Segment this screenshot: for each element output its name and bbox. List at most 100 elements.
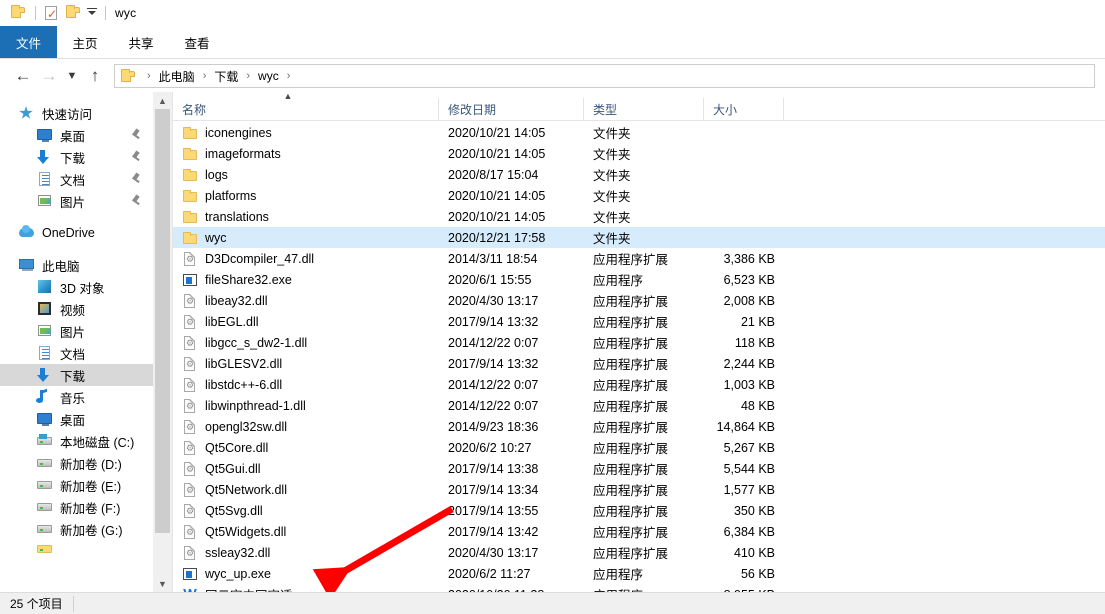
table-row[interactable]: libeay32.dll 2020/4/30 13:17 应用程序扩展 2,008 K…: [173, 290, 1105, 311]
sidebar-item-音乐[interactable]: 音乐: [0, 386, 153, 408]
cell-name: platforms: [173, 188, 439, 204]
table-row[interactable]: logs 2020/8/17 15:04 文件夹: [173, 164, 1105, 185]
sidebar-item-桌面[interactable]: 桌面: [0, 124, 153, 146]
forward-arrow-icon[interactable]: →: [36, 61, 62, 91]
sidebar-scroll-thumb[interactable]: [155, 109, 170, 533]
address-bar[interactable]: › 此电脑 › 下载 › wyc ›: [114, 64, 1095, 88]
cell-name: fileShare32.exe: [173, 272, 439, 288]
table-row[interactable]: D3Dcompiler_47.dll 2014/3/11 18:54 应用程序扩展 3…: [173, 248, 1105, 269]
videos-icon: [36, 301, 54, 317]
table-row[interactable]: Qt5Network.dll 2017/9/14 13:34 应用程序扩展 1,577…: [173, 479, 1105, 500]
pin-icon[interactable]: [131, 129, 141, 140]
pin-icon[interactable]: [131, 195, 141, 206]
sidebar-item-新加卷 (D:)[interactable]: 新加卷 (D:): [0, 452, 153, 474]
quick-access-folder-icon[interactable]: [8, 3, 28, 23]
cell-name: libgcc_s_dw2-1.dll: [173, 335, 439, 351]
address-folder-icon: [120, 68, 137, 84]
explorer-window: ✓ wyc 文件 主页 共享 查看 ← → ▼ ↑ › 此电脑 › 下载 › w…: [0, 0, 1105, 614]
sidebar-item-桌面[interactable]: 桌面: [0, 408, 153, 430]
sidebar-item-3D 对象[interactable]: 3D 对象: [0, 276, 153, 298]
sidebar-item-新加卷 (E:)[interactable]: 新加卷 (E:): [0, 474, 153, 496]
back-arrow-icon[interactable]: ←: [10, 61, 36, 91]
breadcrumb-downloads[interactable]: 下载: [213, 68, 239, 85]
sidebar-item-下载[interactable]: 下载: [0, 146, 153, 168]
table-row[interactable]: libEGL.dll 2017/9/14 13:32 应用程序扩展 21 KB: [173, 311, 1105, 332]
column-header-name[interactable]: ▲ 名称: [173, 91, 439, 121]
cell-name: opengl32sw.dll: [173, 419, 439, 435]
table-row[interactable]: libgcc_s_dw2-1.dll 2014/12/22 0:07 应用程序扩展 1…: [173, 332, 1105, 353]
cell-date: 2020/4/30 13:17: [448, 545, 539, 560]
cell-date: 2020/8/17 15:04: [448, 167, 539, 182]
properties-icon[interactable]: ✓: [41, 3, 61, 23]
cell-date: 2020/10/21 14:05: [448, 209, 546, 224]
sidebar-group-label: OneDrive: [42, 226, 95, 240]
pin-icon[interactable]: [131, 151, 141, 162]
column-header-date[interactable]: 修改日期: [439, 97, 584, 121]
column-header-size[interactable]: 大小: [704, 97, 784, 121]
breadcrumb-this-pc[interactable]: 此电脑: [158, 68, 196, 85]
table-row[interactable]: ssleay32.dll 2020/4/30 13:17 应用程序扩展 410 KB: [173, 542, 1105, 563]
sidebar-item-视频[interactable]: 视频: [0, 298, 153, 320]
table-row[interactable]: libwinpthread-1.dll 2014/12/22 0:07 应用程序扩展…: [173, 395, 1105, 416]
table-row[interactable]: platforms 2020/10/21 14:05 文件夹: [173, 185, 1105, 206]
table-row[interactable]: wyc_up.exe 2020/6/2 11:27 应用程序 56 KB: [173, 563, 1105, 584]
sidebar-item-新加卷 (G:)[interactable]: 新加卷 (G:): [0, 518, 153, 540]
chevron-down-icon[interactable]: ▼: [62, 61, 82, 91]
sidebar-item-图片[interactable]: 图片: [0, 190, 153, 212]
sidebar-item-partial[interactable]: [0, 540, 153, 562]
sidebar-item-文档[interactable]: 文档: [0, 168, 153, 190]
sidebar-scrollbar[interactable]: ▲ ▼: [153, 92, 172, 592]
table-row[interactable]: Qt5Gui.dll 2017/9/14 13:38 应用程序扩展 5,544 KB: [173, 458, 1105, 479]
table-row[interactable]: wyc 2020/12/21 17:58 文件夹: [173, 227, 1105, 248]
sidebar-item-下载[interactable]: 下载: [0, 364, 153, 386]
sidebar-item-label: 音乐: [60, 391, 86, 406]
cell-type: 文件夹: [593, 127, 631, 141]
scroll-down-icon[interactable]: ▼: [153, 575, 172, 592]
item-count-label: 25 个项目: [10, 597, 63, 611]
table-row[interactable]: imageformats 2020/10/21 14:05 文件夹: [173, 143, 1105, 164]
table-row[interactable]: fileShare32.exe 2020/6/1 15:55 应用程序 6,523 K…: [173, 269, 1105, 290]
tab-share[interactable]: 共享: [113, 26, 169, 58]
cell-date: 2014/12/22 0:07: [448, 335, 539, 350]
sidebar-group-此电脑[interactable]: 此电脑: [0, 254, 153, 276]
sidebar-item-新加卷 (F:)[interactable]: 新加卷 (F:): [0, 496, 153, 518]
cell-date: 2020/12/21 17:58: [448, 230, 546, 245]
cell-size: 56 KB: [740, 566, 775, 581]
dll-file-icon: [182, 419, 198, 435]
cell-type: 应用程序扩展: [593, 442, 669, 456]
navigation-bar: ← → ▼ ↑ › 此电脑 › 下载 › wyc ›: [0, 60, 1105, 92]
cell-date: 2017/9/14 13:32: [448, 314, 539, 329]
cell-type: 应用程序扩展: [593, 505, 669, 519]
table-row[interactable]: iconengines 2020/10/21 14:05 文件夹: [173, 122, 1105, 143]
file-name-label: logs: [205, 167, 228, 182]
title-separator-1: [35, 6, 36, 20]
file-name-label: platforms: [205, 188, 257, 203]
tab-file[interactable]: 文件: [0, 26, 57, 58]
sidebar-group-OneDrive[interactable]: OneDrive: [0, 222, 153, 244]
tab-home[interactable]: 主页: [57, 26, 113, 58]
tab-view[interactable]: 查看: [169, 26, 225, 58]
sidebar-group-快速访问[interactable]: 快速访问: [0, 102, 153, 124]
table-row[interactable]: opengl32sw.dll 2014/9/23 18:36 应用程序扩展 14,86…: [173, 416, 1105, 437]
sidebar-item-本地磁盘 (C:)[interactable]: 本地磁盘 (C:): [0, 430, 153, 452]
folder-icon: [182, 188, 198, 204]
breadcrumb-wyc[interactable]: wyc: [257, 69, 280, 83]
sidebar-item-label: 桌面: [60, 413, 86, 428]
table-row[interactable]: Qt5Core.dll 2020/6/2 10:27 应用程序扩展 5,267 KB: [173, 437, 1105, 458]
new-folder-icon[interactable]: [63, 3, 83, 23]
table-row[interactable]: Qt5Svg.dll 2017/9/14 13:55 应用程序扩展 350 KB: [173, 500, 1105, 521]
column-header-type[interactable]: 类型: [584, 97, 704, 121]
table-row[interactable]: libstdc++-6.dll 2014/12/22 0:07 应用程序扩展 1,00…: [173, 374, 1105, 395]
scroll-up-icon[interactable]: ▲: [153, 92, 172, 109]
table-row[interactable]: libGLESV2.dll 2017/9/14 13:32 应用程序扩展 2,244 …: [173, 353, 1105, 374]
sidebar-item-文档[interactable]: 文档: [0, 342, 153, 364]
dll-file-icon: [182, 335, 198, 351]
chevron-down-icon[interactable]: [85, 3, 99, 23]
table-row[interactable]: translations 2020/10/21 14:05 文件夹: [173, 206, 1105, 227]
sidebar-item-图片[interactable]: 图片: [0, 320, 153, 342]
dll-file-icon: [182, 440, 198, 456]
table-row[interactable]: Qt5Widgets.dll 2017/9/14 13:42 应用程序扩展 6,384…: [173, 521, 1105, 542]
up-arrow-icon[interactable]: ↑: [82, 61, 108, 91]
pin-icon[interactable]: [131, 173, 141, 184]
file-name-label: translations: [205, 209, 269, 224]
